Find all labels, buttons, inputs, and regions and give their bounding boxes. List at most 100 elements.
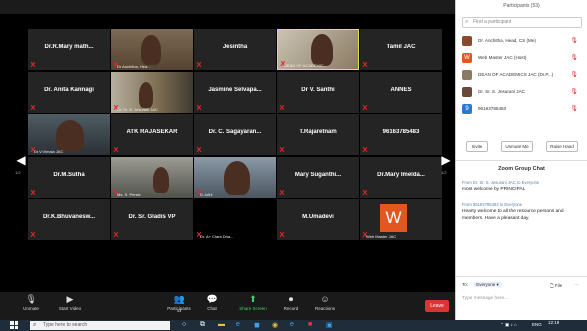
mic-muted-icon: [196, 62, 201, 68]
participant-tile[interactable]: Ms. S. Persis: [111, 156, 193, 198]
search-placeholder: Find a participant: [473, 19, 512, 25]
participant-tile[interactable]: Mary Suganthi...: [277, 156, 359, 198]
start-video-label: Start Video: [58, 306, 82, 311]
mic-muted-icon[interactable]: 🎙: [570, 68, 578, 82]
zoom-window: Dr.R.Mary math... Dr Anchitha, Hea... Jesi…: [0, 0, 587, 331]
participant-figure: [311, 34, 333, 66]
participant-tile[interactable]: Dr. Anita Kannagi: [28, 71, 110, 113]
windows-start-icon[interactable]: [10, 321, 18, 329]
participant-name: DEAN OF ACADEMICS JAC (Dr.P...): [478, 72, 554, 77]
participant-list-item[interactable]: Dr. Anchitha, Head, CS (Me) 🎙: [462, 34, 584, 48]
participant-tile[interactable]: D.Jothi: [194, 156, 276, 198]
participant-tile[interactable]: Dr.R.Mary math...: [28, 29, 110, 70]
participant-tile[interactable]: Dr. Sr. Gladis VP: [111, 199, 193, 241]
participant-name: Mary Suganthi...: [294, 171, 342, 178]
chat-title: Zoom Group Chat: [498, 166, 545, 172]
participant-name: Dr. Sr. S. Jesurani JAC: [478, 89, 525, 94]
participant-search-input[interactable]: ⌕ Find a participant: [462, 17, 582, 28]
participants-button[interactable]: 👥53 Participants: [166, 294, 192, 313]
app-icon[interactable]: ■: [308, 321, 312, 328]
participant-tile[interactable]: Dr. A+ Clara Dha...: [194, 199, 276, 241]
file-button[interactable]: 🗋 File: [550, 282, 562, 290]
mic-muted-icon[interactable]: 🎙: [570, 51, 578, 65]
mic-muted-icon: [362, 105, 367, 111]
participant-tile[interactable]: Dr.Mary Imelda...: [360, 156, 442, 198]
participant-tile[interactable]: M.Umadevi: [277, 199, 359, 241]
file-explorer-icon[interactable]: ▬: [218, 321, 225, 328]
mic-muted-icon: [30, 232, 35, 238]
video-grid: Dr.R.Mary math... Dr Anchitha, Hea... Jesi…: [28, 29, 442, 283]
share-screen-label: Share Screen: [239, 306, 267, 311]
participant-tile[interactable]: 96163785483: [360, 114, 442, 156]
participant-caption: Dr. A+ Clara Dha...: [200, 234, 234, 240]
mic-muted-icon[interactable]: 🎙: [570, 85, 578, 99]
tray-icons[interactable]: ⌃ ▣ ♪ ⌂: [500, 322, 517, 328]
store-icon[interactable]: ◼: [254, 321, 260, 329]
participant-tile[interactable]: Dr.V.Vimala JAC: [28, 114, 110, 156]
chat-message-meta: From 96163785483 to Everyone: [462, 202, 523, 207]
mic-muted-icon[interactable]: 🎙: [570, 34, 578, 48]
participant-tile[interactable]: Jasmine Selvapa...: [194, 71, 276, 113]
participant-list-item[interactable]: 9 96163785483 🎙: [462, 102, 584, 116]
avatar: [462, 87, 472, 97]
unmute-me-button[interactable]: Unmute Me: [501, 141, 533, 152]
recipient-dropdown[interactable]: Everyone ▾: [473, 282, 502, 287]
web-master-logo: W: [380, 204, 407, 233]
participant-name: 96163785483: [382, 129, 420, 136]
reactions-button[interactable]: ☺ Reactions: [312, 294, 338, 311]
share-screen-icon: ⬆: [249, 294, 257, 304]
participant-name: Dr. C. Sagayaran...: [208, 129, 262, 136]
mic-muted-icon: [30, 190, 35, 196]
record-label: Record: [283, 306, 299, 311]
participant-tile[interactable]: Dr.K.Bhuvanesw...: [28, 199, 110, 241]
prev-page-arrow[interactable]: ◀: [15, 150, 27, 170]
participant-figure: [139, 81, 153, 108]
more-options-icon[interactable]: ⋯: [574, 282, 579, 288]
participant-name: Web Master JAC (Host): [478, 55, 527, 60]
chat-message-input[interactable]: Type message here...: [462, 296, 508, 301]
participant-tile[interactable]: Dr V. Santhi: [277, 71, 359, 113]
mic-muted-icon: 🎙: [25, 294, 37, 304]
start-video-button[interactable]: ▶ Start Video: [56, 294, 84, 311]
taskbar-search-input[interactable]: ⌕ Type here to search: [30, 321, 170, 330]
task-view-icon[interactable]: ⧉: [200, 321, 205, 329]
next-page-arrow[interactable]: ▶: [440, 150, 452, 170]
zoom-taskbar-icon[interactable]: ▣: [326, 321, 333, 329]
participant-tile[interactable]: Jesintha: [194, 29, 276, 70]
participant-tile[interactable]: Dr Anchitha, Hea...: [111, 29, 193, 70]
chat-message-text: most welcome by PRINCIPAL: [462, 187, 526, 192]
participant-list-item[interactable]: Dr. Sr. S. Jesurani JAC 🎙: [462, 85, 584, 99]
participant-tile[interactable]: Tamil JAC: [360, 29, 442, 70]
participant-tile[interactable]: T.Rajaretnam: [277, 114, 359, 156]
participant-tile[interactable]: ATK RAJASEKAR: [111, 114, 193, 156]
participant-tile[interactable]: Dr. Sr. S. Jesurani JAC: [111, 71, 193, 113]
chrome-icon[interactable]: ◉: [272, 321, 278, 329]
chat-button[interactable]: 💬 Chat: [203, 294, 221, 311]
edge-icon[interactable]: e: [236, 321, 240, 328]
raise-hand-button[interactable]: Raise Hand: [546, 141, 578, 152]
record-button[interactable]: ⏺ Record: [281, 294, 301, 311]
participant-name: ANNES: [390, 86, 412, 93]
unmute-button[interactable]: 🎙 Unmute: [20, 294, 42, 311]
participant-tile[interactable]: DEAN OF ACADEMIC...: [277, 29, 359, 70]
participant-tile[interactable]: ANNES: [360, 71, 442, 113]
page-indicator-left: 1/2: [15, 170, 21, 175]
participant-list-item[interactable]: W Web Master JAC (Host) 🎙: [462, 51, 584, 65]
leave-button[interactable]: Leave: [425, 300, 449, 312]
ie-icon[interactable]: e: [290, 321, 294, 328]
invite-button[interactable]: Invite: [466, 141, 488, 152]
participants-label: Participants: [167, 306, 191, 311]
avatar: 9: [462, 104, 472, 114]
participant-tile[interactable]: Dr.M.Sutha: [28, 156, 110, 198]
reactions-icon: ☺: [320, 294, 330, 304]
record-icon: ⏺: [288, 294, 294, 304]
share-screen-button[interactable]: ⬆ Share Screen: [236, 294, 270, 311]
participant-tile[interactable]: W Web Master JAC: [360, 199, 442, 241]
participant-list-item[interactable]: DEAN OF ACADEMICS JAC (Dr.P...) 🎙: [462, 68, 584, 82]
participant-tile[interactable]: Dr. C. Sagayaran...: [194, 114, 276, 156]
mic-muted-icon[interactable]: 🎙: [570, 102, 578, 116]
cortana-icon[interactable]: ○: [182, 321, 186, 328]
participant-caption: Dr. Sr. S. Jesurani JAC: [117, 106, 158, 112]
participant-caption: Dr.V.Vimala JAC: [34, 149, 64, 155]
mic-muted-icon: [279, 190, 284, 196]
